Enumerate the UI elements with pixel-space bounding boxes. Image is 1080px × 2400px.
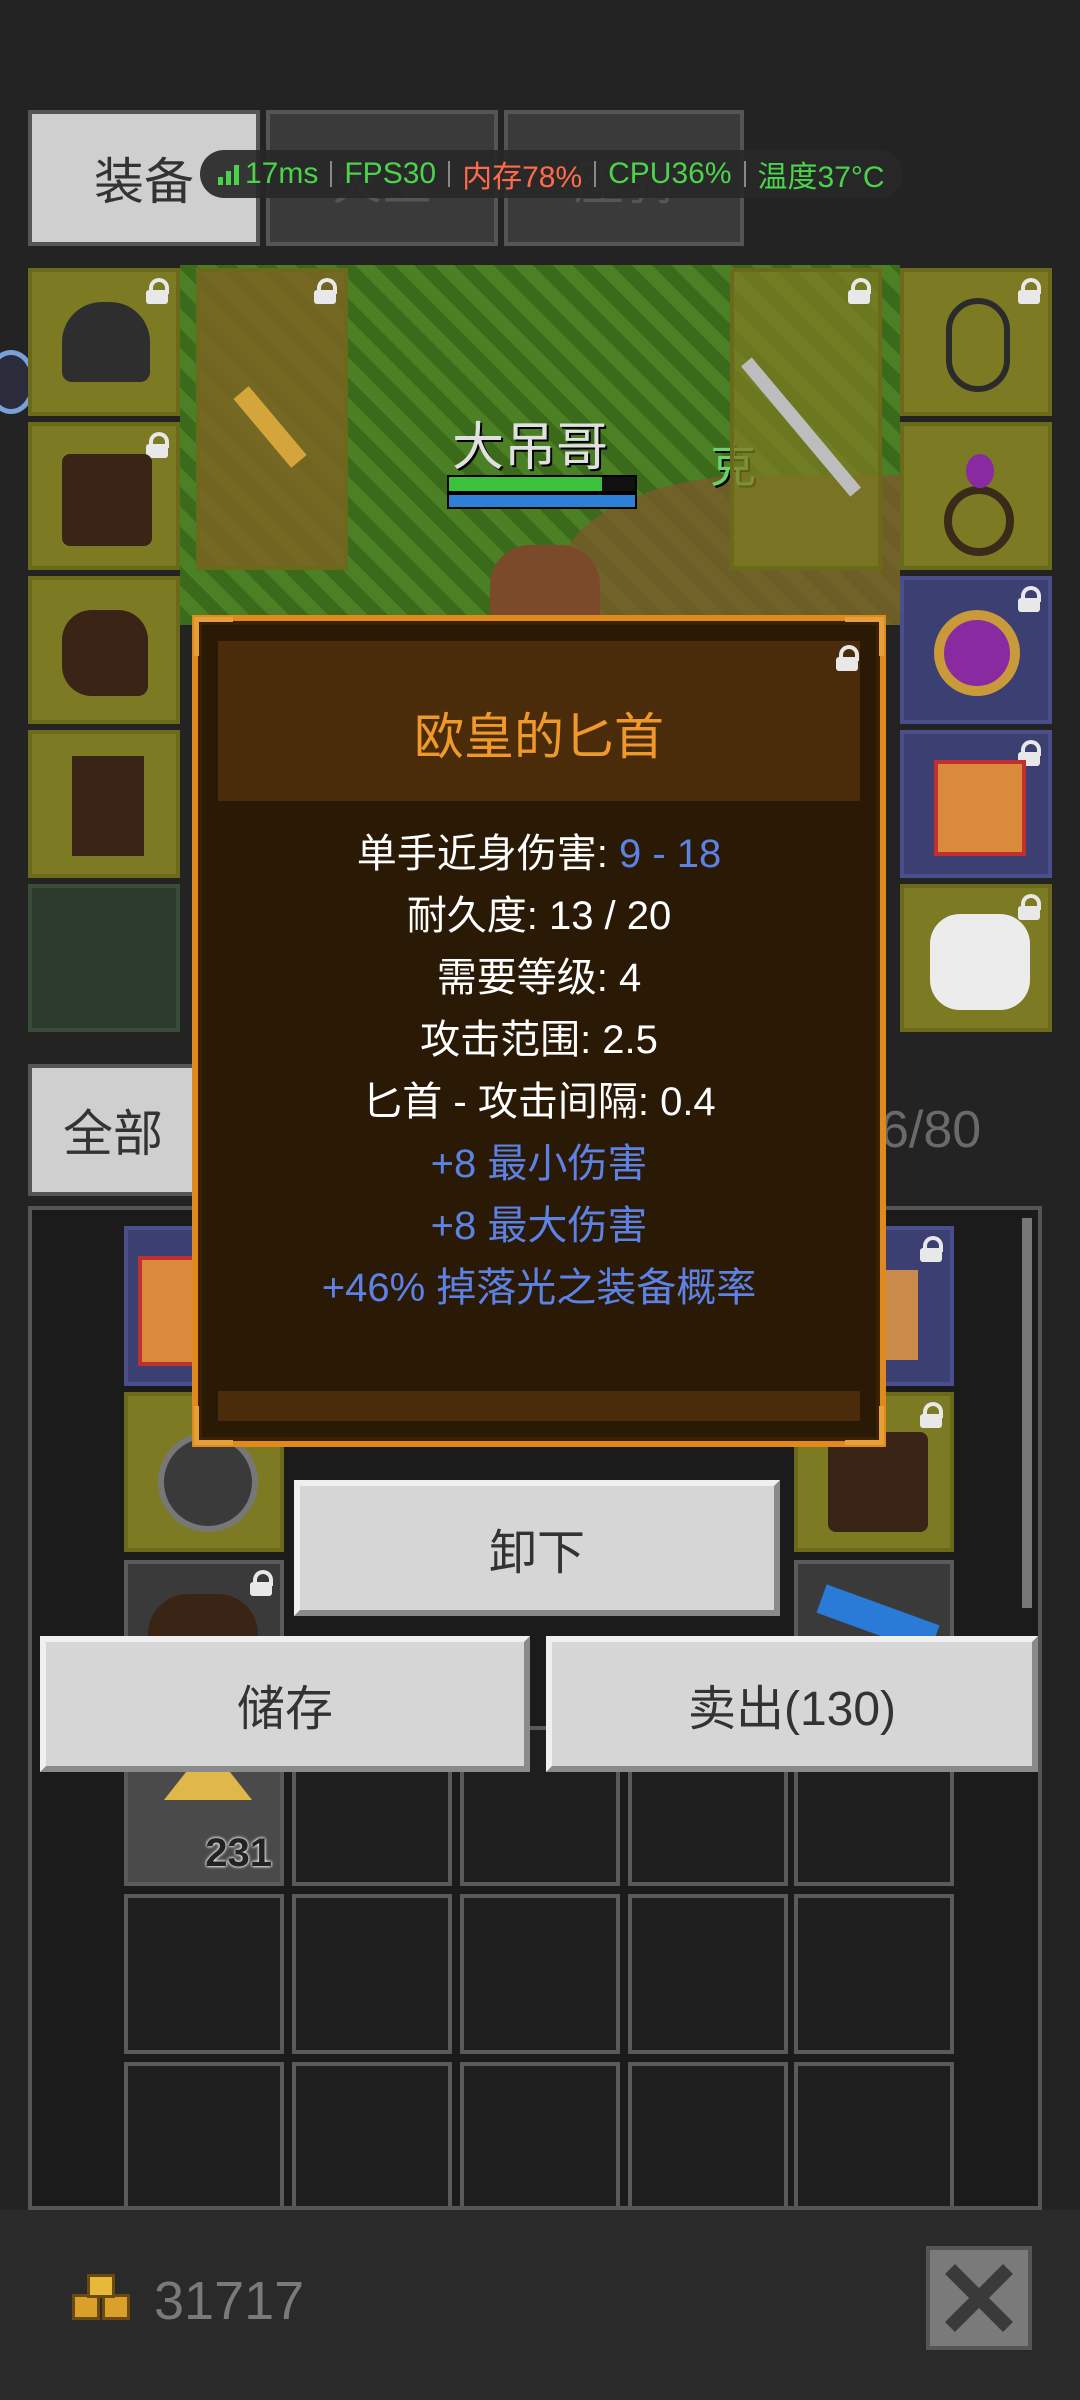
slot-ring-2[interactable] [900, 576, 1052, 724]
cpu-text: CPU36% [608, 157, 732, 190]
filter-all-label: 全部 [63, 1106, 163, 1162]
item-title: 欧皇的匕首 [414, 709, 664, 765]
glove-icon [62, 610, 148, 696]
slot-empty-dark[interactable] [28, 884, 180, 1032]
stat-attack-range: 攻击范围: 2.5 [420, 1018, 658, 1062]
performance-overlay: 17ms FPS30 内存78% CPU36% 温度37°C [200, 150, 903, 198]
lock-icon [314, 278, 337, 304]
close-button[interactable] [926, 2246, 1032, 2350]
filter-all-button[interactable]: 全部 [28, 1064, 198, 1196]
bonus-min-damage: +8 最小伤害 [430, 1142, 648, 1186]
lock-icon [920, 1402, 943, 1428]
lock-icon [920, 1236, 943, 1262]
unequip-button[interactable]: 卸下 [294, 1480, 780, 1616]
sell-button[interactable]: 卖出(130) [546, 1636, 1038, 1772]
inventory-slot[interactable] [124, 2062, 284, 2206]
dagger-icon [233, 386, 307, 468]
lock-icon [1018, 278, 1041, 304]
helmet-icon [62, 302, 150, 382]
inventory-slot[interactable] [460, 2062, 620, 2206]
player-health-bar [447, 475, 637, 493]
stat-damage: 单手近身伤害: 9 - 18 [198, 821, 880, 879]
gem-icon [966, 454, 994, 488]
lock-icon [1018, 894, 1041, 920]
slot-ring-1[interactable] [900, 422, 1052, 570]
ring-icon [944, 486, 1014, 556]
purple-ring-icon [934, 610, 1020, 696]
tooltip-footer [218, 1391, 860, 1421]
inventory-scrollbar[interactable] [1022, 1218, 1032, 1608]
stat-required-level: 需要等级: 4 [436, 956, 642, 1000]
slot-necklace[interactable] [900, 268, 1052, 416]
player-mana-bar [447, 493, 637, 509]
lock-icon [250, 1570, 273, 1596]
slot-main-weapon[interactable] [196, 268, 348, 570]
boots-icon [72, 756, 144, 856]
inventory-capacity: 6/80 [880, 1101, 982, 1159]
slot-helmet[interactable] [28, 268, 180, 416]
orb-icon [158, 1432, 258, 1532]
sell-label: 卖出(130) [687, 1683, 897, 1736]
lock-icon [848, 278, 871, 304]
sword-icon [741, 357, 861, 497]
slot-armor[interactable] [28, 422, 180, 570]
gold-coins-icon [72, 2274, 134, 2324]
inventory-slot[interactable] [628, 1894, 788, 2054]
inventory-slot[interactable] [460, 1894, 620, 2054]
bonus-max-damage: +8 最大伤害 [430, 1204, 648, 1248]
item-tooltip: 欧皇的匕首 单手近身伤害: 9 - 18 耐久度: 13 / 20 需要等级: … [192, 615, 886, 1447]
stat-damage-label: 单手近身伤害: [356, 832, 619, 876]
stat-durability: 耐久度: 13 / 20 [406, 894, 672, 938]
inventory-slot[interactable] [628, 2062, 788, 2206]
player-name: 大吊哥 [451, 419, 608, 477]
bonus-drop-rate: +46% 掉落光之装备概率 [321, 1266, 757, 1310]
player-sprite [490, 545, 600, 625]
book-icon [934, 760, 1026, 856]
inventory-slot[interactable] [124, 1894, 284, 2054]
slot-book[interactable] [900, 730, 1052, 878]
lock-icon [146, 278, 169, 304]
slot-offhand-weapon[interactable] [730, 268, 882, 570]
necklace-icon [946, 298, 1010, 392]
lock-icon [146, 432, 169, 458]
lock-icon[interactable] [836, 645, 859, 671]
item-count: 231 [205, 1831, 272, 1875]
temperature-text: 温度37°C [757, 161, 885, 194]
rabbit-icon [930, 914, 1030, 1010]
armor-icon [828, 1432, 928, 1532]
frame-corner [194, 617, 233, 656]
frame-corner [845, 1406, 884, 1445]
stat-damage-value: 9 - 18 [618, 832, 722, 876]
inventory-slot[interactable] [292, 2062, 452, 2206]
close-icon [944, 2263, 1014, 2333]
slot-pet[interactable] [900, 884, 1052, 1032]
store-label: 储存 [236, 1683, 333, 1736]
slot-boots[interactable] [28, 730, 180, 878]
memory-text: 内存78% [462, 161, 583, 194]
inventory-slot[interactable] [794, 2062, 954, 2206]
frame-corner [194, 1406, 233, 1445]
lock-icon [1018, 586, 1041, 612]
unequip-label: 卸下 [488, 1527, 585, 1580]
fps-text: FPS30 [344, 157, 437, 190]
inventory-slot[interactable] [292, 1894, 452, 2054]
armor-icon [62, 454, 152, 546]
ping-text: 17ms [245, 157, 319, 190]
signal-icon [218, 163, 239, 185]
gold-amount: 31717 [154, 2271, 305, 2331]
store-button[interactable]: 储存 [40, 1636, 530, 1772]
stat-attack-interval: 匕首 - 攻击间隔: 0.4 [362, 1080, 716, 1124]
inventory-slot[interactable] [794, 1894, 954, 2054]
tab-equipment-label: 装备 [94, 154, 194, 210]
book-icon [138, 1256, 198, 1366]
slot-gloves[interactable] [28, 576, 180, 724]
